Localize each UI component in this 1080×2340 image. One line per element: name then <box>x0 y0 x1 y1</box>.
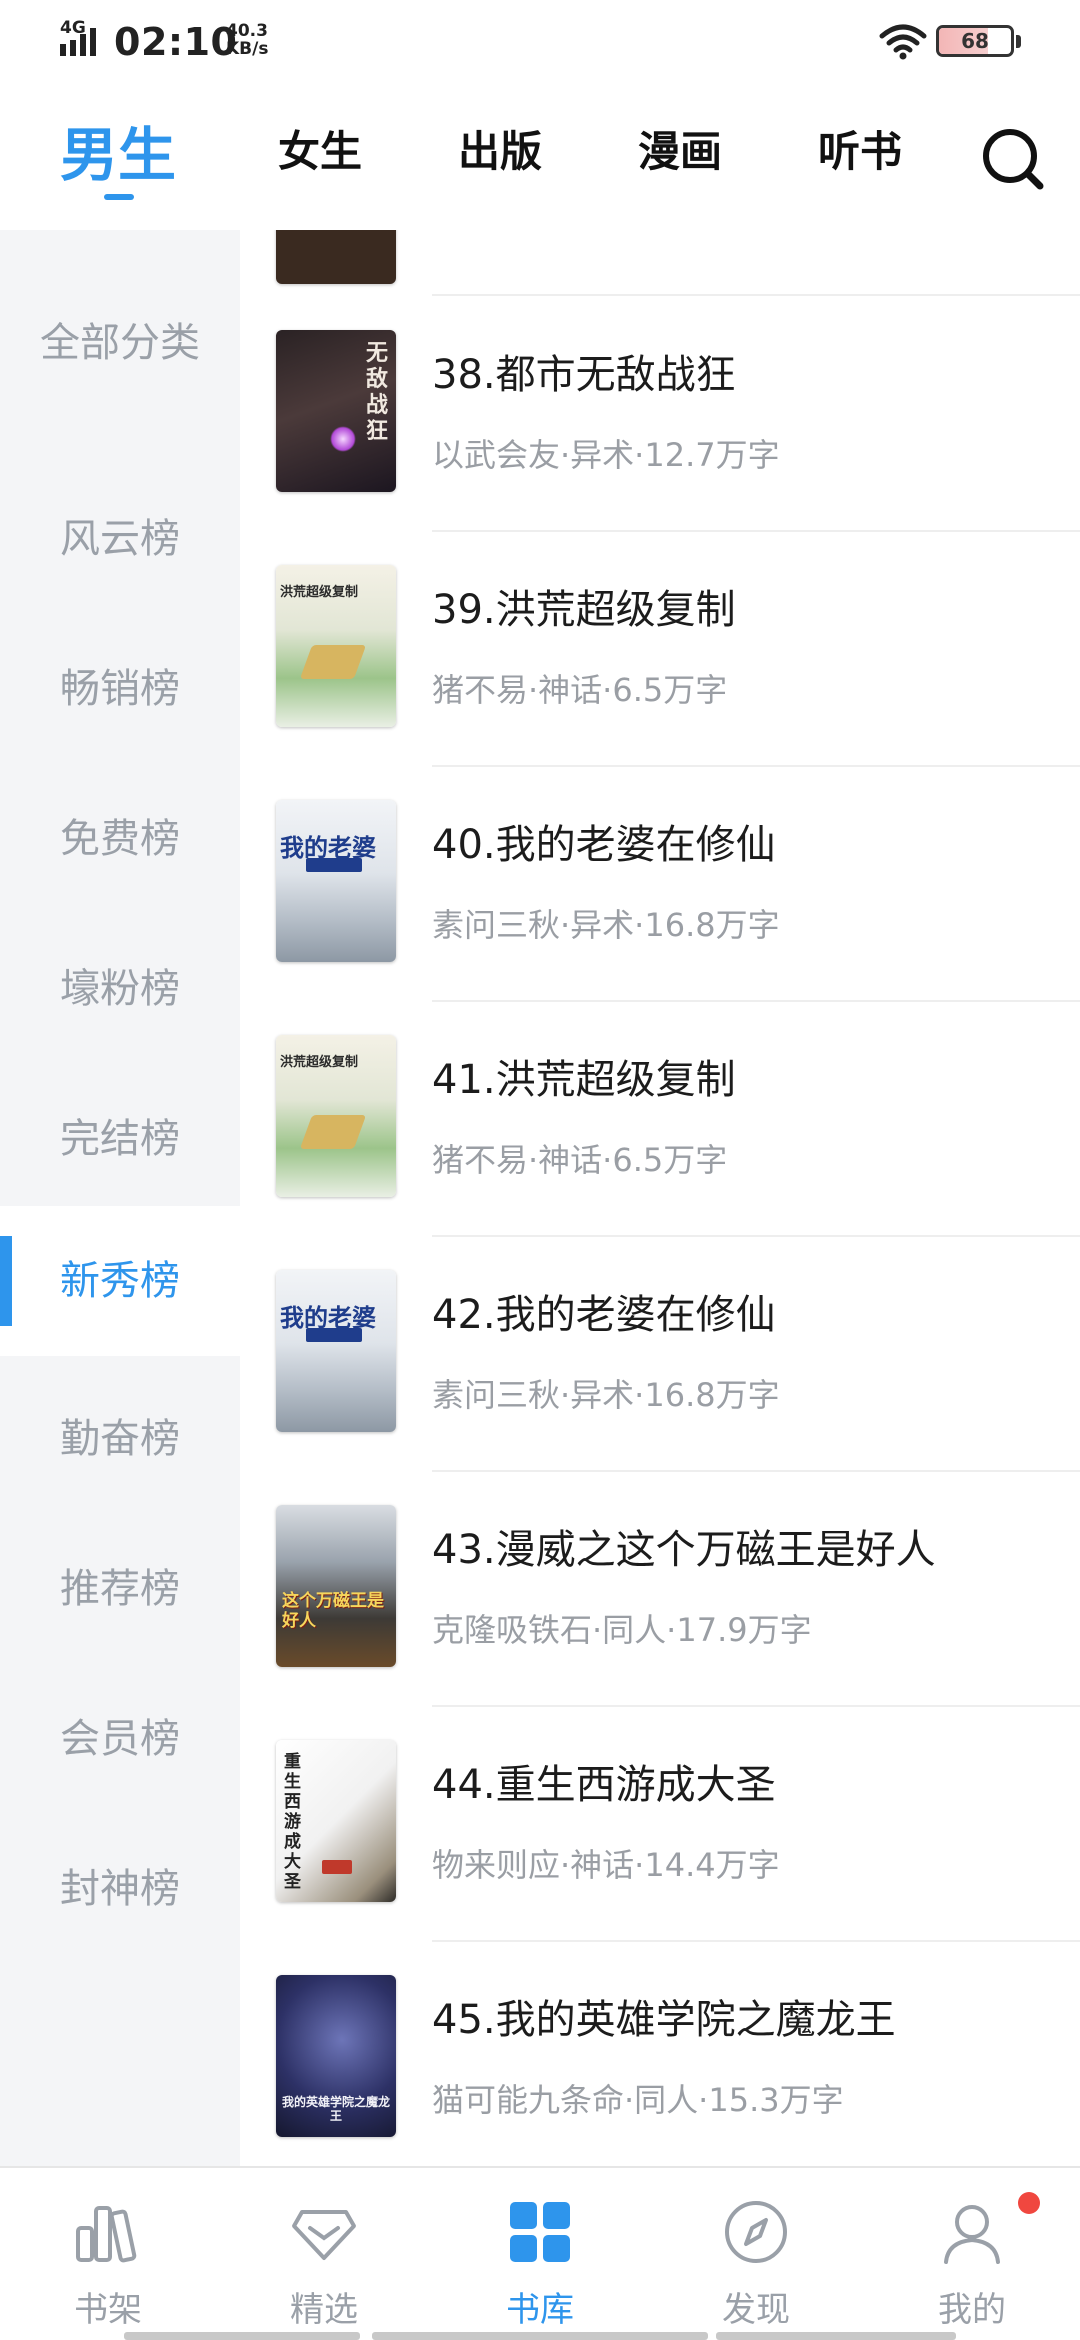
tab-female[interactable]: 女生 <box>278 118 362 179</box>
cover-title: 洪荒超级复制 <box>280 585 359 600</box>
book-title[interactable]: 38.都市无敌战狂 <box>432 342 736 400</box>
list-item[interactable]: 洪荒超级复制 39.洪荒超级复制 猪不易·神话·6.5万字 <box>240 565 1080 800</box>
nav-label: 书库 <box>506 2290 574 2330</box>
speed-value: 40.3 <box>226 21 268 41</box>
network-type: 4G <box>60 18 86 38</box>
book-cover[interactable]: 重生西游成大圣 <box>276 1740 396 1902</box>
search-icon[interactable] <box>980 126 1046 192</box>
category-tabs: 男生 女生 出版 漫画 听书 <box>0 88 1080 230</box>
tab-audiobooks[interactable]: 听书 <box>818 118 902 179</box>
book-cover[interactable]: 这个万磁王是好人 <box>276 1505 396 1667</box>
battery-icon: 68 <box>936 25 1022 59</box>
nav-featured[interactable]: 精选 <box>216 2168 432 2340</box>
book-meta: 素问三秋·异术·16.8万字 <box>432 906 780 944</box>
nav-label: 精选 <box>290 2290 358 2330</box>
book-cover[interactable]: 我的老婆 <box>276 1270 396 1432</box>
sidebar-item-newcomer[interactable]: 新秀榜 <box>0 1206 240 1356</box>
list-divider <box>432 1235 1080 1237</box>
book-cover[interactable]: 无敌战狂 <box>276 330 396 492</box>
nav-profile[interactable]: 我的 <box>864 2168 1080 2340</box>
tab-comics[interactable]: 漫画 <box>638 118 722 179</box>
user-icon <box>944 2205 1000 2264</box>
nav-bookshelf[interactable]: 书架 <box>0 2168 216 2340</box>
book-cover[interactable] <box>276 230 396 284</box>
speed-unit: KB/s <box>226 39 269 59</box>
book-meta: 物来则应·神话·14.4万字 <box>432 1846 780 1884</box>
ranking-sidebar: 全部分类 风云榜 畅销榜 免费榜 壕粉榜 完结榜 新秀榜 勤奋榜 推荐榜 会员榜… <box>0 230 240 2166</box>
book-cover[interactable]: 我的英雄学院之魔龙王 <box>276 1975 396 2137</box>
sidebar-item-fengshen[interactable]: 封神榜 <box>0 1856 240 1914</box>
grid-icon <box>510 2202 570 2262</box>
book-title[interactable]: 40.我的老婆在修仙 <box>432 812 776 870</box>
list-divider <box>432 765 1080 767</box>
list-item[interactable]: 无敌战狂 38.都市无敌战狂 以武会友·异术·12.7万字 <box>240 330 1080 565</box>
sidebar-item-diligent[interactable]: 勤奋榜 <box>0 1406 240 1464</box>
clock: 02:10 <box>114 20 238 64</box>
list-divider <box>432 1940 1080 1942</box>
book-meta: 猫可能九条命·同人·15.3万字 <box>432 2081 844 2119</box>
nav-label: 发现 <box>722 2290 790 2330</box>
nav-library[interactable]: 书库 <box>432 2168 648 2340</box>
cover-title: 洪荒超级复制 <box>280 1055 359 1070</box>
book-title[interactable]: 39.洪荒超级复制 <box>432 577 736 635</box>
list-divider <box>432 1705 1080 1707</box>
sidebar-item-bestseller[interactable]: 畅销榜 <box>0 656 240 714</box>
book-meta: 克隆吸铁石·同人·17.9万字 <box>432 1611 812 1649</box>
tab-male[interactable]: 男生 <box>60 108 176 192</box>
sidebar-item-recommended[interactable]: 推荐榜 <box>0 1556 240 1614</box>
book-meta: 素问三秋·异术·16.8万字 <box>432 1376 780 1414</box>
list-item[interactable]: 我的老婆 40.我的老婆在修仙 素问三秋·异术·16.8万字 <box>240 800 1080 1035</box>
book-title[interactable]: 43.漫威之这个万磁王是好人 <box>432 1517 936 1575</box>
cover-title: 无敌战狂 <box>366 340 389 444</box>
cover-title: 重生西游成大圣 <box>284 1752 301 1892</box>
cover-title: 我的英雄学院之魔龙王 <box>281 2095 390 2123</box>
nav-label: 书架 <box>74 2290 142 2330</box>
notification-badge <box>1018 2192 1040 2214</box>
active-sidebar-indicator <box>0 1236 12 1326</box>
book-cover[interactable]: 我的老婆 <box>276 800 396 962</box>
list-divider <box>432 1470 1080 1472</box>
diamond-icon <box>292 2210 356 2260</box>
book-meta: 猪不易·神话·6.5万字 <box>432 1141 728 1179</box>
sidebar-item-fengyun[interactable]: 风云榜 <box>0 506 240 564</box>
list-item[interactable]: 这个万磁王是好人 43.漫威之这个万磁王是好人 克隆吸铁石·同人·17.9万字 <box>240 1505 1080 1740</box>
list-divider <box>432 294 1080 296</box>
battery-level: 68 <box>961 29 989 53</box>
book-meta: 以武会友·异术·12.7万字 <box>432 436 780 474</box>
sidebar-item-haofen[interactable]: 壕粉榜 <box>0 956 240 1014</box>
nav-label: 我的 <box>938 2290 1006 2330</box>
book-meta: 猪不易·神话·6.5万字 <box>432 671 728 709</box>
list-divider <box>432 1000 1080 1002</box>
sidebar-item-all-categories[interactable]: 全部分类 <box>0 310 240 368</box>
list-item[interactable]: 重生西游成大圣 44.重生西游成大圣 物来则应·神话·14.4万字 <box>240 1740 1080 1975</box>
book-title[interactable]: 44.重生西游成大圣 <box>432 1752 776 1810</box>
book-title[interactable]: 41.洪荒超级复制 <box>432 1047 736 1105</box>
book-cover[interactable]: 洪荒超级复制 <box>276 1035 396 1197</box>
book-cover[interactable]: 洪荒超级复制 <box>276 565 396 727</box>
tab-publishing[interactable]: 出版 <box>458 118 542 179</box>
list-item[interactable]: 洪荒超级复制 41.洪荒超级复制 猪不易·神话·6.5万字 <box>240 1035 1080 1270</box>
cover-title: 这个万磁王是好人 <box>282 1591 384 1631</box>
list-divider <box>432 530 1080 532</box>
sidebar-item-completed[interactable]: 完结榜 <box>0 1106 240 1164</box>
status-bar: 4G 02:10 40.3 KB/s 68 <box>0 0 1080 88</box>
list-item[interactable]: 我的老婆 42.我的老婆在修仙 素问三秋·异术·16.8万字 <box>240 1270 1080 1505</box>
nav-discover[interactable]: 发现 <box>648 2168 864 2340</box>
wifi-icon <box>879 24 927 60</box>
bookshelf-icon <box>76 2206 137 2263</box>
list-item[interactable]: 我的英雄学院之魔龙王 45.我的英雄学院之魔龙王 猫可能九条命·同人·15.3万… <box>240 1975 1080 2166</box>
network-speed: 40.3 KB/s <box>226 22 268 58</box>
system-gesture-bar <box>124 2332 956 2340</box>
book-title[interactable]: 45.我的英雄学院之魔龙王 <box>432 1987 896 2045</box>
book-title[interactable]: 42.我的老婆在修仙 <box>432 1282 776 1340</box>
compass-icon <box>725 2201 787 2263</box>
bottom-nav: 书架 精选 书库 发现 我的 <box>0 2166 1080 2340</box>
book-list: 无敌战狂 38.都市无敌战狂 以武会友·异术·12.7万字 洪荒超级复制 39.… <box>240 230 1080 2166</box>
sidebar-item-free[interactable]: 免费榜 <box>0 806 240 864</box>
active-tab-indicator <box>104 194 134 200</box>
sidebar-item-member[interactable]: 会员榜 <box>0 1706 240 1764</box>
